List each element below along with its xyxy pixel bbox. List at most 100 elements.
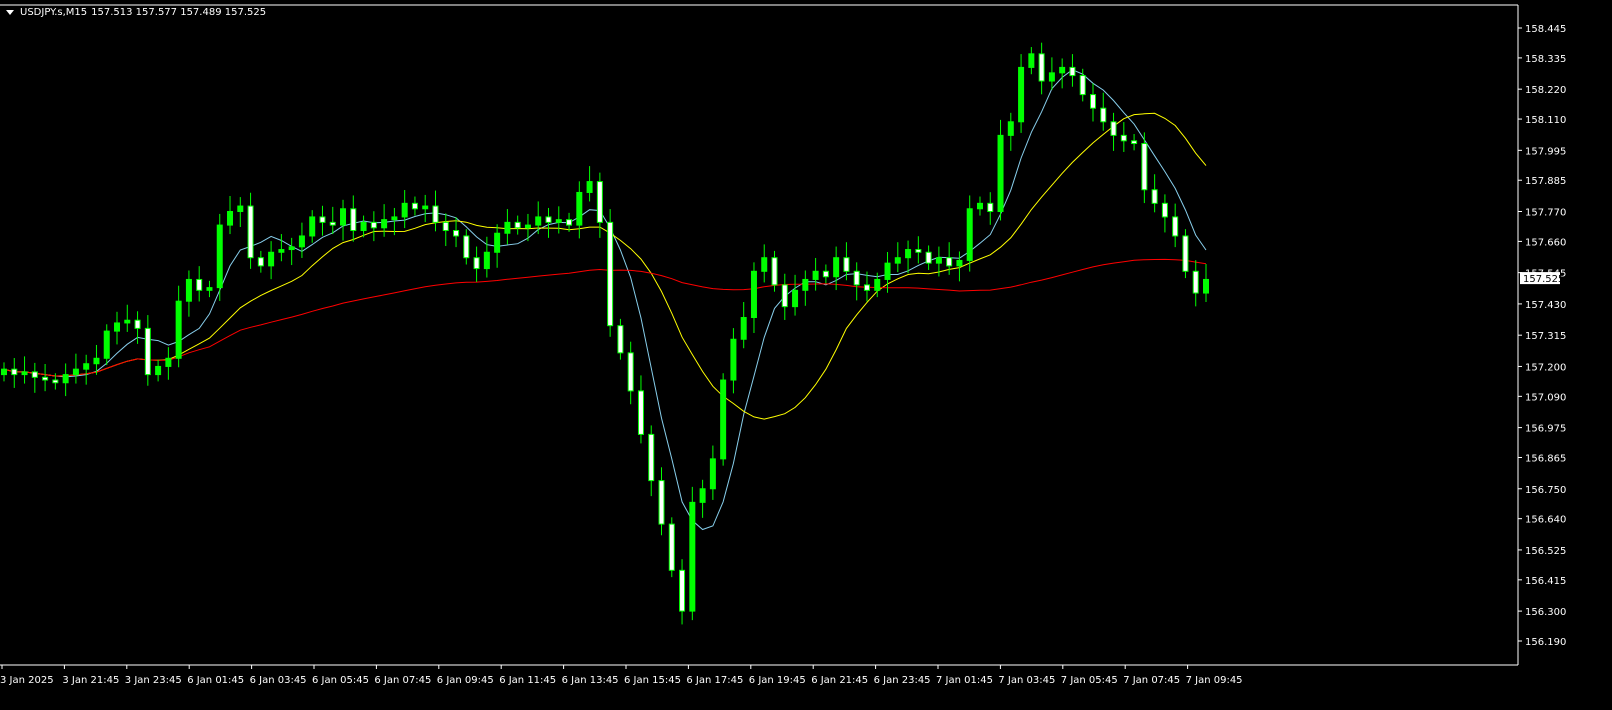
y-tick-label: 156.865 xyxy=(1525,454,1566,465)
x-tick-label: 6 Jan 01:45 xyxy=(187,675,244,686)
candle-body xyxy=(709,458,716,490)
candle-body xyxy=(1089,94,1096,109)
candle-body xyxy=(607,221,614,327)
ma-fast-line xyxy=(3,69,1207,531)
candle-body xyxy=(134,319,141,329)
y-tick-label: 156.525 xyxy=(1525,546,1566,557)
x-tick-label: 7 Jan 05:45 xyxy=(1061,675,1118,686)
y-tick-label: 158.445 xyxy=(1525,24,1566,35)
candle-body xyxy=(319,216,326,223)
candle-body xyxy=(750,270,757,319)
candle-body xyxy=(576,191,583,226)
y-tick-label: 157.200 xyxy=(1525,362,1566,373)
x-tick-label: 6 Jan 11:45 xyxy=(499,675,556,686)
candle-body xyxy=(822,270,829,278)
x-tick-label: 6 Jan 05:45 xyxy=(312,675,369,686)
candle-body xyxy=(802,278,809,291)
candle-body xyxy=(401,202,408,218)
candle-body xyxy=(1048,72,1055,82)
candle-body xyxy=(227,210,234,226)
candle-body xyxy=(956,259,963,267)
candle-body xyxy=(545,216,552,223)
moving-averages xyxy=(3,69,1207,531)
candle-body xyxy=(1192,270,1199,294)
candle-body xyxy=(72,368,79,376)
candle-body xyxy=(381,219,388,229)
candle-body xyxy=(1007,121,1014,136)
candle-body xyxy=(761,257,768,272)
y-tick-label: 157.430 xyxy=(1525,300,1566,311)
x-tick-label: 6 Jan 07:45 xyxy=(374,675,431,686)
candle-body xyxy=(812,270,819,280)
candle-body xyxy=(1079,75,1086,96)
symbol-label: USDJPY.s,M15 xyxy=(20,7,88,18)
candle-body xyxy=(524,224,531,229)
candle-body xyxy=(329,221,336,226)
candle-body xyxy=(52,379,59,384)
candle-body xyxy=(679,569,686,612)
candle-body xyxy=(422,205,429,210)
chart-header: USDJPY.s,M15 157.513 157.577 157.489 157… xyxy=(6,7,266,18)
current-price-label: 157.525 xyxy=(1523,274,1564,285)
candle-body xyxy=(370,221,377,229)
candle-body xyxy=(360,221,367,232)
candle-body xyxy=(1161,202,1168,218)
y-tick-label: 156.640 xyxy=(1525,515,1566,526)
candle-body xyxy=(340,208,347,226)
candle-body xyxy=(42,376,49,381)
candle-body xyxy=(11,368,18,376)
candle-body xyxy=(1120,134,1127,142)
x-tick-label: 7 Jan 07:45 xyxy=(1123,675,1180,686)
candle-body xyxy=(1151,189,1158,204)
candle-body xyxy=(83,363,90,370)
candle-body xyxy=(1059,66,1066,74)
candle-body xyxy=(987,202,994,212)
candle-body xyxy=(997,134,1004,212)
candle-body xyxy=(93,357,100,365)
candle-body xyxy=(658,480,665,525)
y-tick-label: 157.995 xyxy=(1525,146,1566,157)
candle-body xyxy=(1203,278,1209,294)
candle-body xyxy=(781,284,788,308)
candle-body xyxy=(237,205,244,212)
candle-body xyxy=(905,249,912,259)
candle-body xyxy=(915,249,922,253)
candle-body xyxy=(853,270,860,286)
candle-body xyxy=(720,379,727,460)
y-tick-label: 158.110 xyxy=(1525,115,1566,126)
candle-body xyxy=(309,216,316,237)
x-tick-label: 3 Jan 21:45 xyxy=(62,675,119,686)
candle-body xyxy=(504,221,511,234)
candle-body xyxy=(925,251,932,264)
candle-body xyxy=(946,257,953,267)
candle-body xyxy=(648,433,655,482)
chart-canvas[interactable]: 158.445 158.335 158.220 158.110 157.995 157.8… xyxy=(0,0,1612,710)
y-tick-label: 156.975 xyxy=(1525,424,1566,435)
y-tick-label: 158.220 xyxy=(1525,85,1566,96)
candle-body xyxy=(1131,140,1138,145)
y-tick-label: 156.750 xyxy=(1525,485,1566,496)
candle-body xyxy=(935,257,942,264)
y-tick-label: 157.660 xyxy=(1525,237,1566,248)
axis-labels: 158.445 158.335 158.220 158.110 157.995 157.8… xyxy=(0,24,1566,686)
candle-body xyxy=(1172,216,1179,237)
dropdown-arrow-icon[interactable] xyxy=(6,10,14,15)
candle-body xyxy=(165,357,172,367)
candle-body xyxy=(196,278,203,291)
candle-body xyxy=(442,221,449,232)
candle-body xyxy=(247,205,254,259)
x-tick-label: 7 Jan 09:45 xyxy=(1186,675,1243,686)
candle-body xyxy=(874,278,881,291)
candle-body xyxy=(730,338,737,381)
candle-body xyxy=(514,221,521,229)
chart-window[interactable]: 158.445 158.335 158.220 158.110 157.995 157.8… xyxy=(0,0,1612,710)
candle-body xyxy=(668,523,675,571)
y-tick-label: 156.190 xyxy=(1525,637,1566,648)
x-tick-label: 6 Jan 15:45 xyxy=(624,675,681,686)
candles xyxy=(1,42,1209,625)
candle-body xyxy=(483,251,490,270)
candle-body xyxy=(894,257,901,264)
y-tick-label: 157.315 xyxy=(1525,331,1566,342)
candle-body xyxy=(586,181,593,193)
ma-slow-line xyxy=(3,258,1207,377)
